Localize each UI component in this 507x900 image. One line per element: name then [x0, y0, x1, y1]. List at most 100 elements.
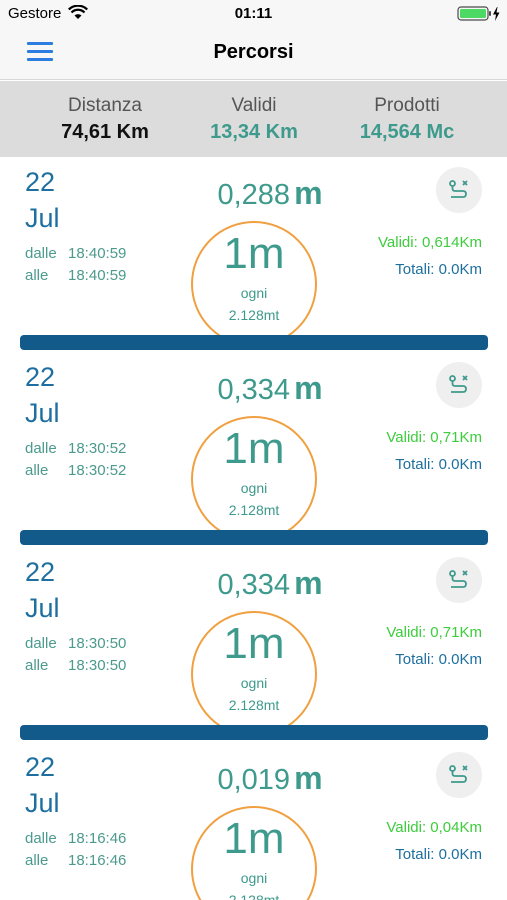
- totali-value: 0.0Km: [438, 846, 482, 863]
- rate-distance: 2.128mt: [228, 502, 280, 518]
- trip-start-time: dalle 18:30:52: [25, 440, 126, 457]
- card-divider: [20, 335, 488, 350]
- trip-amount: 0,019 m: [190, 760, 350, 797]
- amount-value: 0,334: [217, 374, 291, 406]
- route-button[interactable]: [436, 167, 482, 213]
- trip-amount: 0,288 m: [190, 175, 350, 212]
- route-button[interactable]: [436, 362, 482, 408]
- dalle-label: dalle: [25, 830, 57, 847]
- clock: 01:11: [234, 5, 273, 22]
- route-icon: [449, 765, 468, 783]
- alle-value: 18:30:50: [68, 657, 127, 674]
- validi-label: Validi:: [386, 819, 427, 836]
- trip-end-time: alle 18:30:50: [25, 657, 126, 674]
- rate-distance: 2.128mt: [228, 892, 280, 900]
- trip-day: 22: [25, 557, 56, 587]
- amount-value: 0,334: [217, 569, 291, 601]
- route-icon: [449, 570, 468, 588]
- validi-summary-value: 13,34 Km: [210, 121, 298, 143]
- validi-value: 0,04Km: [430, 819, 482, 836]
- dalle-label: dalle: [25, 440, 57, 457]
- trip-day: 22: [25, 362, 56, 392]
- ogni-label: ogni: [240, 870, 268, 886]
- route-icon: [449, 180, 468, 198]
- trip-card[interactable]: 22 Jul dalle 18:40:59 alle 18:40:59 0,288 m…: [0, 157, 507, 352]
- trip-card[interactable]: 22 Jul dalle 18:16:46 alle 18:16:46 0,019 m…: [0, 742, 507, 900]
- validi-summary-label: Validi: [231, 95, 277, 116]
- distanza-label: Distanza: [68, 95, 142, 116]
- rate-value: 1m: [223, 814, 285, 863]
- trip-validi: Validi: 0,04Km: [386, 819, 482, 836]
- trip-start-time: dalle 18:16:46: [25, 830, 126, 847]
- alle-label: alle: [25, 462, 49, 479]
- trip-list[interactable]: 22 Jul dalle 18:40:59 alle 18:40:59 0,288 m…: [0, 157, 507, 900]
- rate-distance: 2.128mt: [228, 307, 280, 323]
- rate-circle: 1m ogni 2.128mt: [191, 221, 317, 347]
- rate-circle: 1m ogni 2.128mt: [191, 416, 317, 542]
- trip-start-time: dalle 18:40:59: [25, 245, 126, 262]
- trip-amount: 0,334 m: [190, 370, 350, 407]
- ogni-label: ogni: [240, 675, 268, 691]
- trip-month: Jul: [25, 788, 60, 818]
- prodotti-value: 14,564 Mc: [359, 121, 455, 143]
- trip-validi: Validi: 0,71Km: [386, 429, 482, 446]
- rate-circle: 1m ogni 2.128mt: [191, 806, 317, 900]
- navigation-bar: Percorsi: [0, 28, 507, 80]
- battery-icon: [457, 6, 500, 21]
- trip-validi: Validi: 0,71Km: [386, 624, 482, 641]
- status-bar: Gestore 01:11: [0, 0, 507, 28]
- trip-month: Jul: [25, 203, 60, 233]
- alle-value: 18:30:52: [68, 462, 127, 479]
- distanza-summary: Distanza 74,61 Km: [20, 95, 190, 144]
- ogni-label: ogni: [240, 285, 268, 301]
- trip-card[interactable]: 22 Jul dalle 18:30:50 alle 18:30:50 0,334 m…: [0, 547, 507, 742]
- coin-icon: m: [294, 175, 323, 211]
- validi-label: Validi:: [386, 624, 427, 641]
- alle-value: 18:40:59: [68, 267, 127, 284]
- dalle-value: 18:16:46: [68, 830, 127, 847]
- amount-value: 0,019: [217, 764, 291, 796]
- rate-value: 1m: [223, 619, 285, 668]
- dalle-value: 18:30:50: [68, 635, 127, 652]
- trip-totali: Totali: 0.0Km: [395, 846, 482, 863]
- trip-end-time: alle 18:40:59: [25, 267, 126, 284]
- route-button[interactable]: [436, 752, 482, 798]
- validi-value: 0,71Km: [430, 429, 482, 446]
- summary-panel: Distanza 74,61 Km Validi 13,34 Km Prodot…: [0, 81, 507, 157]
- totali-label: Totali:: [395, 456, 435, 473]
- trip-totali: Totali: 0.0Km: [395, 456, 482, 473]
- alle-label: alle: [25, 267, 49, 284]
- validi-value: 0,71Km: [430, 624, 482, 641]
- ogni-label: ogni: [240, 480, 268, 496]
- rate-value: 1m: [223, 424, 285, 473]
- totali-label: Totali:: [395, 651, 435, 668]
- trip-end-time: alle 18:16:46: [25, 852, 126, 869]
- amount-value: 0,288: [217, 179, 291, 211]
- trip-totali: Totali: 0.0Km: [395, 261, 482, 278]
- rate-circle: 1m ogni 2.128mt: [191, 611, 317, 737]
- validi-label: Validi:: [386, 429, 427, 446]
- route-button[interactable]: [436, 557, 482, 603]
- coin-icon: m: [247, 814, 285, 863]
- totali-label: Totali:: [395, 846, 435, 863]
- distanza-value: 74,61 Km: [61, 121, 149, 143]
- trip-month: Jul: [25, 398, 60, 428]
- coin-icon: m: [294, 565, 323, 601]
- prodotti-label: Prodotti: [374, 95, 440, 116]
- trip-validi: Validi: 0,614Km: [378, 234, 482, 251]
- totali-label: Totali:: [395, 261, 435, 278]
- trip-start-time: dalle 18:30:50: [25, 635, 126, 652]
- page-title: Percorsi: [213, 41, 294, 63]
- totali-value: 0.0Km: [438, 261, 482, 278]
- card-divider: [20, 530, 488, 545]
- dalle-label: dalle: [25, 245, 57, 262]
- card-divider: [20, 725, 488, 740]
- totali-value: 0.0Km: [438, 651, 482, 668]
- trip-card[interactable]: 22 Jul dalle 18:30:52 alle 18:30:52 0,334 m…: [0, 352, 507, 547]
- dalle-value: 18:30:52: [68, 440, 127, 457]
- alle-label: alle: [25, 657, 49, 674]
- alle-label: alle: [25, 852, 49, 869]
- coin-icon: m: [247, 229, 285, 278]
- dalle-value: 18:40:59: [68, 245, 127, 262]
- coin-icon: m: [294, 760, 323, 796]
